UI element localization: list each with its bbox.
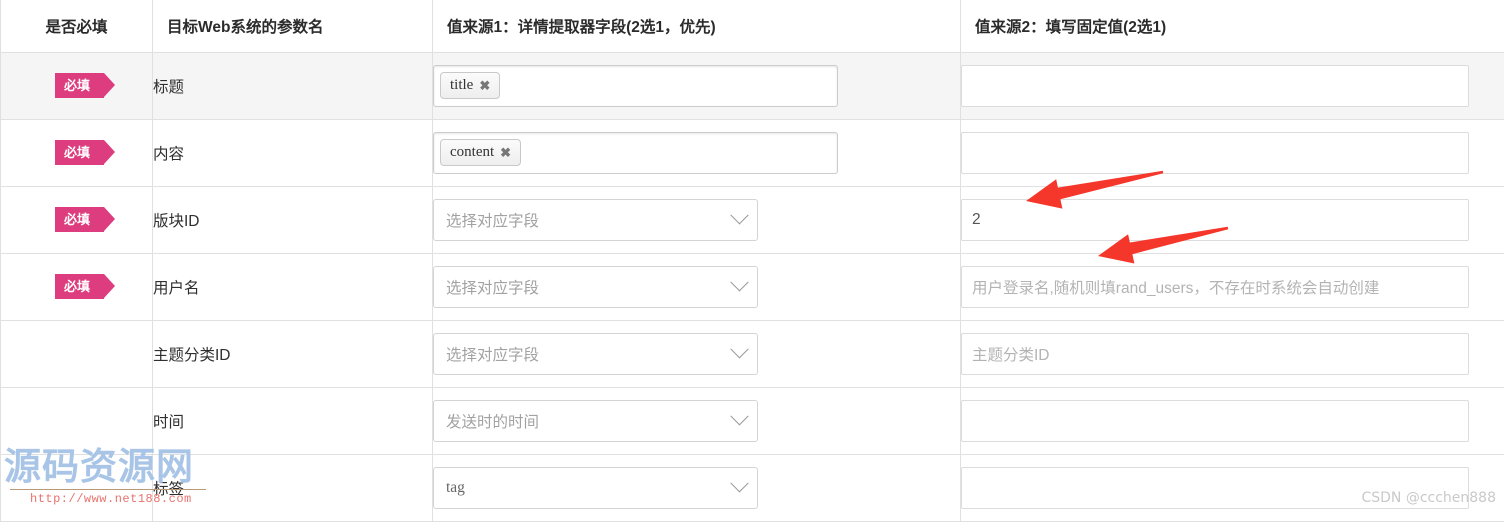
chip-remove-icon[interactable]: ✖: [500, 146, 511, 159]
cell-source2: [961, 387, 1504, 454]
field-select-value: 选择对应字段: [446, 343, 539, 365]
fixed-value-input[interactable]: [961, 400, 1469, 442]
field-select[interactable]: 选择对应字段: [433, 333, 758, 375]
required-badge: 必填: [55, 73, 104, 98]
cell-source1: title ✖: [433, 52, 961, 119]
parameter-mapping-table: 是否必填 目标Web系统的参数名 值来源1：详情提取器字段(2选1，优先) 值来…: [0, 0, 1504, 522]
cell-required: 必填: [1, 253, 153, 320]
field-select-value: 选择对应字段: [446, 276, 539, 298]
cell-source2: 主题分类ID: [961, 320, 1504, 387]
cell-source1: 选择对应字段: [433, 320, 961, 387]
fixed-value-input[interactable]: [961, 467, 1469, 509]
table-header-row: 是否必填 目标Web系统的参数名 值来源1：详情提取器字段(2选1，优先) 值来…: [1, 0, 1504, 52]
field-chip-input[interactable]: content ✖: [433, 132, 838, 174]
field-chip[interactable]: content ✖: [440, 139, 521, 166]
field-select[interactable]: tag: [433, 467, 758, 509]
table-row: 必填 内容 content ✖: [1, 119, 1504, 186]
cell-param-name: 时间: [153, 387, 433, 454]
cell-required: 必填: [1, 186, 153, 253]
cell-required: 必填: [1, 119, 153, 186]
cell-required: [1, 387, 153, 454]
cell-source2: [961, 454, 1504, 521]
field-select-value: 选择对应字段: [446, 209, 539, 231]
cell-required: 必填: [1, 52, 153, 119]
required-badge: 必填: [55, 274, 104, 299]
cell-source1: tag: [433, 454, 961, 521]
field-select-value: 发送时的时间: [446, 410, 539, 432]
cell-param-name: 标题: [153, 52, 433, 119]
table-row: 必填 版块ID 选择对应字段 2: [1, 186, 1504, 253]
cell-source2: [961, 119, 1504, 186]
column-header-required: 是否必填: [1, 0, 153, 52]
field-chip-input[interactable]: title ✖: [433, 65, 838, 107]
field-select[interactable]: 选择对应字段: [433, 199, 758, 241]
field-chip-label: title: [450, 78, 473, 93]
cell-param-name: 用户名: [153, 253, 433, 320]
cell-source1: content ✖: [433, 119, 961, 186]
required-badge: 必填: [55, 140, 104, 165]
table-row: 必填 用户名选择对应字段 用户登录名,随机则填rand_users，不存在时系统会自…: [1, 253, 1504, 320]
field-select[interactable]: 发送时的时间: [433, 400, 758, 442]
fixed-value-input[interactable]: 主题分类ID: [961, 333, 1469, 375]
cell-source1: 选择对应字段: [433, 253, 961, 320]
cell-source2: [961, 52, 1504, 119]
fixed-value-input[interactable]: [961, 65, 1469, 107]
cell-required: [1, 454, 153, 521]
field-chip[interactable]: title ✖: [440, 72, 500, 99]
table-row: 主题分类ID选择对应字段主题分类ID: [1, 320, 1504, 387]
chevron-down-icon: [730, 474, 748, 492]
fixed-value-input[interactable]: [961, 132, 1469, 174]
table-row: 必填 标题 title ✖: [1, 52, 1504, 119]
chip-remove-icon[interactable]: ✖: [479, 79, 490, 92]
cell-param-name: 标签: [153, 454, 433, 521]
chevron-down-icon: [730, 206, 748, 224]
required-badge: 必填: [55, 207, 104, 232]
cell-source1: 选择对应字段: [433, 186, 961, 253]
table-row: 时间发送时的时间: [1, 387, 1504, 454]
table-row: 标签 tag: [1, 454, 1504, 521]
fixed-value-input[interactable]: 用户登录名,随机则填rand_users，不存在时系统会自动创建: [961, 266, 1469, 308]
chevron-down-icon: [730, 407, 748, 425]
cell-param-name: 主题分类ID: [153, 320, 433, 387]
field-select[interactable]: 选择对应字段: [433, 266, 758, 308]
cell-param-name: 版块ID: [153, 186, 433, 253]
chevron-down-icon: [730, 340, 748, 358]
column-header-source2: 值来源2：填写固定值(2选1): [961, 0, 1504, 52]
cell-required: [1, 320, 153, 387]
column-header-param-name: 目标Web系统的参数名: [153, 0, 433, 52]
field-select-value: tag: [446, 479, 465, 497]
field-chip-label: content: [450, 145, 494, 160]
cell-source1: 发送时的时间: [433, 387, 961, 454]
column-header-source1: 值来源1：详情提取器字段(2选1，优先): [433, 0, 961, 52]
fixed-value-input[interactable]: 2: [961, 199, 1469, 241]
cell-source2: 用户登录名,随机则填rand_users，不存在时系统会自动创建: [961, 253, 1504, 320]
chevron-down-icon: [730, 273, 748, 291]
cell-param-name: 内容: [153, 119, 433, 186]
table-body: 必填标题title✖必填内容content✖必填版块ID选择对应字段2必填用户名…: [1, 52, 1504, 521]
cell-source2: 2: [961, 186, 1504, 253]
